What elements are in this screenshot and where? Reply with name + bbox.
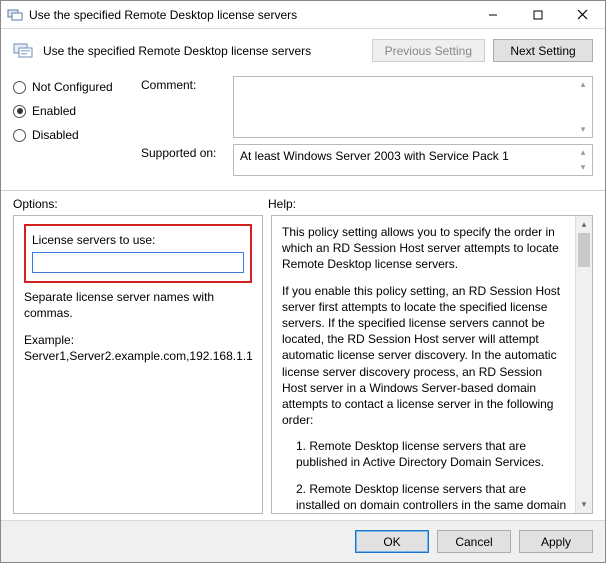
- ok-button[interactable]: OK: [355, 530, 429, 553]
- divider: [1, 190, 605, 191]
- radio-icon: [13, 81, 26, 94]
- scroll-hint: ▴▾: [576, 79, 590, 135]
- column-headers: Options: Help:: [1, 197, 605, 215]
- radio-label: Enabled: [32, 104, 76, 118]
- help-list-item: 1. Remote Desktop license servers that a…: [282, 438, 570, 470]
- scroll-track[interactable]: [576, 233, 592, 496]
- help-list-item: 2. Remote Desktop license servers that a…: [282, 481, 570, 514]
- supported-on-value: At least Windows Server 2003 with Servic…: [240, 149, 509, 163]
- comment-row: Comment: ▴▾: [141, 76, 593, 138]
- config-fields: Comment: ▴▾ Supported on: At least Windo…: [141, 76, 593, 176]
- help-panel: This policy setting allows you to specif…: [271, 215, 593, 514]
- close-button[interactable]: [560, 1, 605, 28]
- scroll-up-arrow-icon[interactable]: ▴: [576, 216, 592, 233]
- supported-on-field: At least Windows Server 2003 with Servic…: [233, 144, 593, 176]
- window-title: Use the specified Remote Desktop license…: [29, 8, 470, 22]
- help-header: Help:: [268, 197, 593, 211]
- config-section: Not Configured Enabled Disabled Comment:…: [1, 72, 605, 180]
- scroll-thumb[interactable]: [578, 233, 590, 267]
- help-paragraph: This policy setting allows you to specif…: [282, 224, 570, 273]
- radio-icon: [13, 129, 26, 142]
- minimize-button[interactable]: [470, 1, 515, 28]
- policy-title: Use the specified Remote Desktop license…: [43, 44, 364, 58]
- scroll-hint: ▴▾: [576, 147, 590, 173]
- window-controls: [470, 1, 605, 28]
- cancel-button[interactable]: Cancel: [437, 530, 511, 553]
- help-paragraph: If you enable this policy setting, an RD…: [282, 283, 570, 429]
- license-servers-label: License servers to use:: [32, 232, 244, 248]
- radio-label: Not Configured: [32, 80, 113, 94]
- radio-not-configured[interactable]: Not Configured: [13, 80, 133, 94]
- previous-setting-button: Previous Setting: [372, 39, 485, 62]
- dialog-footer: OK Cancel Apply: [1, 520, 605, 562]
- app-icon: [7, 7, 23, 23]
- apply-button[interactable]: Apply: [519, 530, 593, 553]
- radio-enabled[interactable]: Enabled: [13, 104, 133, 118]
- options-header: Options:: [13, 197, 268, 211]
- scroll-down-arrow-icon[interactable]: ▾: [576, 496, 592, 513]
- next-setting-button[interactable]: Next Setting: [493, 39, 593, 62]
- policy-header: Use the specified Remote Desktop license…: [1, 29, 605, 72]
- options-panel: License servers to use: Separate license…: [13, 215, 263, 514]
- help-text: This policy setting allows you to specif…: [272, 216, 592, 514]
- highlight-box: License servers to use:: [24, 224, 252, 283]
- group-policy-editor-dialog: Use the specified Remote Desktop license…: [0, 0, 606, 563]
- columns: License servers to use: Separate license…: [1, 215, 605, 520]
- titlebar: Use the specified Remote Desktop license…: [1, 1, 605, 29]
- supported-row: Supported on: At least Windows Server 20…: [141, 144, 593, 176]
- comment-textarea[interactable]: ▴▾: [233, 76, 593, 138]
- options-note-example: Example: Server1,Server2.example.com,192…: [24, 332, 252, 364]
- policy-icon: [13, 41, 35, 61]
- radio-icon: [13, 105, 26, 118]
- help-scrollbar[interactable]: ▴ ▾: [575, 216, 592, 513]
- radio-disabled[interactable]: Disabled: [13, 128, 133, 142]
- state-radio-group: Not Configured Enabled Disabled: [13, 76, 133, 176]
- radio-label: Disabled: [32, 128, 79, 142]
- comment-label: Comment:: [141, 76, 227, 92]
- license-servers-input[interactable]: [32, 252, 244, 273]
- supported-label: Supported on:: [141, 144, 227, 160]
- maximize-button[interactable]: [515, 1, 560, 28]
- options-note-separator: Separate license server names with comma…: [24, 289, 252, 321]
